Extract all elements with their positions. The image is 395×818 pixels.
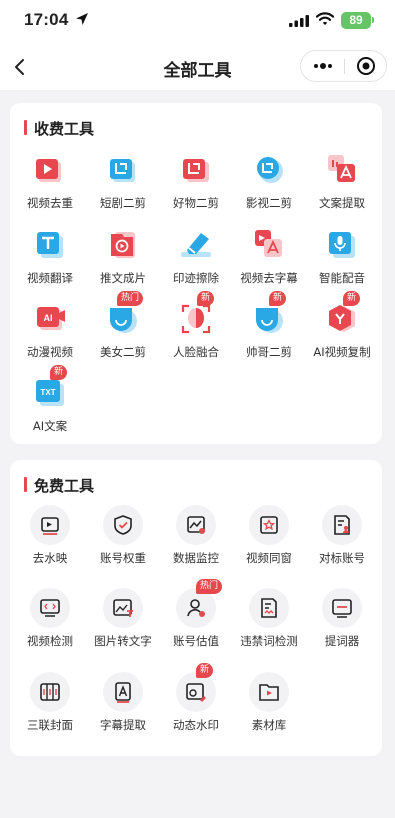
new-badge: 新 [269, 291, 287, 306]
svg-text:TXT: TXT [40, 388, 55, 397]
tool-label: 素材库 [251, 718, 287, 732]
tool-crop-drama[interactable]: 短剧二剪 [86, 151, 160, 225]
banned-word-icon [249, 588, 289, 628]
subtitle-extract-icon [103, 672, 143, 712]
tool-data-monitor[interactable]: 数据监控 [159, 505, 233, 579]
tool-label: 对标账号 [319, 551, 365, 565]
tool-video-translate[interactable]: 视频翻译 [13, 226, 87, 300]
mic-icon [329, 232, 355, 258]
section-title: 收费工具 [34, 120, 95, 138]
tool-video-dedup[interactable]: 视频去重 [13, 151, 87, 225]
tool-smart-dubbing[interactable]: 智能配音 [305, 226, 379, 300]
wifi-icon [316, 12, 334, 25]
benchmark-account-icon [322, 505, 362, 545]
tool-label: 文案提取 [319, 196, 365, 210]
video-translate-icon [37, 232, 63, 258]
tool-label: AI文案 [32, 419, 68, 433]
remove-watermark-icon [30, 505, 70, 545]
tool-beauty-recut[interactable]: 热门 美女二剪 [86, 291, 160, 374]
tool-image-to-text[interactable]: 图片转文字 [86, 588, 160, 662]
tool-tweet-video[interactable]: 推文成片 [86, 226, 160, 300]
new-badge: 新 [196, 663, 214, 678]
status-time-text: 17:04 [24, 10, 69, 29]
image-to-text-icon [103, 588, 143, 628]
tool-handsome-recut[interactable]: 新 帅哥二剪 [232, 291, 306, 374]
tool-text-extract[interactable]: 文案提取 [305, 151, 379, 225]
tool-ai-video-copy[interactable]: 新 AI视频复制 [305, 291, 379, 374]
status-time: 17:04 [24, 10, 89, 30]
hot-badge: 热门 [196, 579, 223, 594]
hot-badge: 热门 [117, 291, 144, 306]
triple-cover-icon [30, 672, 70, 712]
tool-banned-word-check[interactable]: 违禁词检测 [232, 588, 306, 662]
close-miniprogram-icon[interactable] [345, 51, 387, 81]
more-icon[interactable] [301, 51, 344, 81]
battery-tip [372, 17, 374, 23]
battery-level: 89 [349, 13, 363, 27]
tool-subtitle-remove[interactable]: 视频去字幕 [232, 226, 306, 300]
tool-ai-copywriting[interactable]: TXT 新 AI文案 [13, 365, 87, 448]
section-accent-bar [24, 120, 27, 135]
nav-bar: 全部工具 [0, 44, 395, 90]
tool-triple-cover[interactable]: 三联封面 [13, 672, 87, 746]
text-extract-icon [328, 155, 355, 182]
mini-program-capsule [300, 50, 387, 82]
ai-anime-icon: AI [37, 307, 65, 330]
new-badge: 新 [343, 291, 361, 306]
tool-benchmark-account[interactable]: 对标账号 [305, 505, 379, 579]
subtitle-remove-icon [255, 230, 282, 257]
cellular-signal-icon [289, 15, 309, 27]
tool-video-check[interactable]: 视频检测 [13, 588, 87, 662]
free-tools-card: 免费工具 去水映 账号权重 数据监控 视频同窗 对标账号 视频检测 图片转文字 … [10, 460, 382, 756]
shield-check-icon [103, 505, 143, 545]
crop-film-icon [257, 157, 283, 183]
star-video-icon [249, 505, 289, 545]
new-badge: 新 [197, 291, 215, 306]
teleprompter-icon [322, 588, 362, 628]
tool-account-valuation[interactable]: 热门 账号估值 [159, 579, 233, 662]
section-title: 免费工具 [34, 477, 95, 495]
tool-material-library[interactable]: 素材库 [232, 672, 306, 746]
tool-teleprompter[interactable]: 提词器 [305, 588, 379, 662]
tool-eraser[interactable]: 印迹擦除 [159, 226, 233, 300]
location-arrow-icon [76, 13, 89, 25]
tool-subtitle-extract[interactable]: 字幕提取 [86, 672, 160, 746]
section-accent-bar [24, 477, 27, 492]
tool-label: 提词器 [324, 634, 360, 648]
video-dedup-icon [36, 159, 61, 182]
tool-crop-goods[interactable]: 好物二剪 [159, 151, 233, 225]
tool-account-weight[interactable]: 账号权重 [86, 505, 160, 579]
dynamic-watermark-icon [176, 672, 216, 712]
status-bar: 17:04 89 [0, 0, 395, 44]
video-check-icon [30, 588, 70, 628]
tool-crop-film[interactable]: 影视二剪 [232, 151, 306, 225]
chart-monitor-icon [176, 505, 216, 545]
tool-dynamic-watermark[interactable]: 新 动态水印 [159, 663, 233, 746]
crop-goods-icon [183, 159, 209, 182]
svg-text:AI: AI [44, 313, 53, 323]
tool-face-fusion[interactable]: 新 人脸融合 [159, 291, 233, 374]
tool-video-same[interactable]: 视频同窗 [232, 505, 306, 579]
tool-remove-watermark[interactable]: 去水映 [13, 505, 87, 579]
tool-label: AI视频复制 [313, 345, 371, 359]
tool-anime-video[interactable]: AI 动漫视频 [13, 300, 87, 374]
face-scan-icon [181, 304, 211, 334]
account-value-icon [176, 588, 216, 628]
paid-tools-card: 收费工具 视频去重 短剧二剪 好物二剪 影视二剪 文案提取 视频翻译 推文成片 … [10, 103, 382, 444]
battery-icon: 89 [341, 12, 371, 29]
tweet-video-icon [111, 232, 135, 258]
crop-drama-icon [110, 159, 135, 182]
eraser-icon [181, 233, 211, 257]
tool-label: 智能配音 [319, 271, 365, 285]
material-library-icon [249, 672, 289, 712]
new-badge: 新 [50, 365, 68, 380]
ai-video-copy-icon [329, 305, 355, 332]
